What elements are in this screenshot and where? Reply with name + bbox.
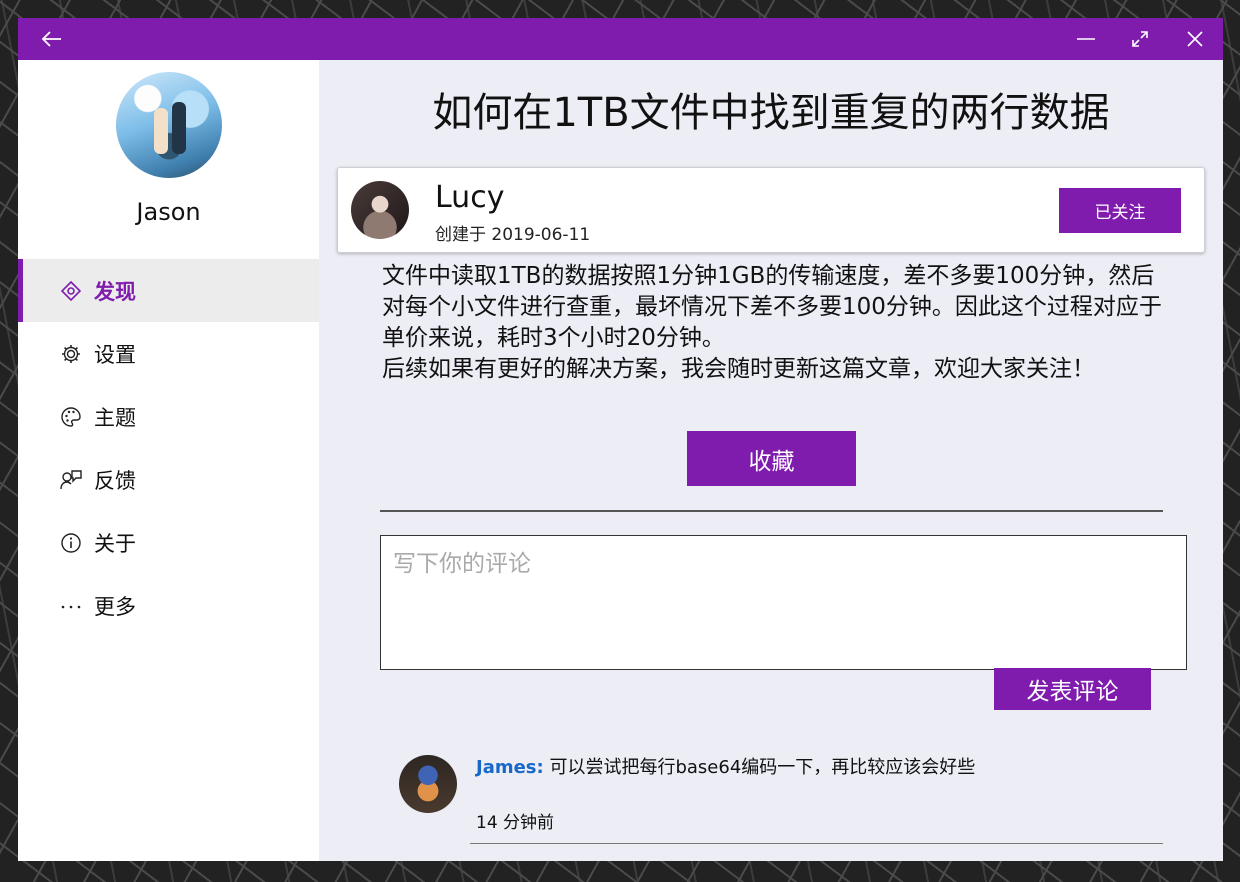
author-avatar[interactable] <box>351 181 409 239</box>
palette-icon <box>60 406 82 428</box>
sidebar-item-settings[interactable]: 设置 <box>18 322 319 385</box>
user-name: Jason <box>136 198 201 226</box>
more-icon <box>60 595 82 617</box>
sidebar-item-feedback[interactable]: 反馈 <box>18 448 319 511</box>
sidebar: Jason 发现 设置 主题 反馈 关于 更多 <box>18 60 319 861</box>
user-avatar[interactable] <box>116 72 222 178</box>
comment-input[interactable] <box>380 535 1187 670</box>
article-paragraph: 文件中读取1TB的数据按照1分钟1GB的传输速度，差不多要100分钟，然后对每个… <box>382 263 1162 351</box>
back-arrow-icon[interactable] <box>32 18 72 60</box>
info-icon <box>60 532 82 554</box>
minimize-icon[interactable] <box>1066 18 1106 60</box>
article-body: 文件中读取1TB的数据按照1分钟1GB的传输速度，差不多要100分钟，然后对每个… <box>382 261 1172 385</box>
created-date: 创建于 2019-06-11 <box>435 225 591 245</box>
page-title: 如何在1TB文件中找到重复的两行数据 <box>432 90 1110 136</box>
sidebar-item-label: 更多 <box>94 594 136 619</box>
sidebar-item-label: 发现 <box>94 279 136 304</box>
comment-time: 14 分钟前 <box>476 813 555 833</box>
commenter-avatar[interactable] <box>399 755 457 813</box>
sidebar-item-label: 主题 <box>94 405 136 430</box>
comment-divider <box>470 843 1163 844</box>
favorite-button[interactable]: 收藏 <box>687 431 856 486</box>
comment-text: 可以尝试把每行base64编码一下，再比较应该会好些 <box>549 757 976 778</box>
sidebar-item-theme[interactable]: 主题 <box>18 385 319 448</box>
title-bar <box>18 18 1223 60</box>
sidebar-item-more[interactable]: 更多 <box>18 574 319 637</box>
sidebar-item-discover[interactable]: 发现 <box>18 259 319 322</box>
sidebar-item-about[interactable]: 关于 <box>18 511 319 574</box>
divider <box>380 510 1163 512</box>
maximize-icon[interactable] <box>1120 18 1160 60</box>
close-icon[interactable] <box>1175 18 1215 60</box>
app-window: Jason 发现 设置 主题 反馈 关于 更多 如何在1TB文件中找到重复的两行… <box>18 18 1223 861</box>
sidebar-item-label: 关于 <box>94 531 136 556</box>
author-name: Lucy <box>435 180 505 215</box>
article-paragraph: 后续如果有更好的解决方案，我会随时更新这篇文章，欢迎大家关注！ <box>382 356 1095 382</box>
main-content: 如何在1TB文件中找到重复的两行数据 Lucy 创建于 2019-06-11 已… <box>319 60 1223 861</box>
follow-button[interactable]: 已关注 <box>1059 188 1181 233</box>
comment-item: James: 可以尝试把每行base64编码一下，再比较应该会好些 14 分钟前 <box>399 748 1165 844</box>
comment-line: James: 可以尝试把每行base64编码一下，再比较应该会好些 <box>476 753 975 779</box>
sidebar-item-label: 设置 <box>94 342 136 367</box>
sidebar-item-label: 反馈 <box>94 468 136 493</box>
post-comment-button[interactable]: 发表评论 <box>994 668 1151 710</box>
discover-icon <box>60 280 82 302</box>
gear-icon <box>60 343 82 365</box>
comment-author[interactable]: James: <box>476 757 544 778</box>
feedback-icon <box>60 469 82 491</box>
author-card: Lucy 创建于 2019-06-11 已关注 <box>337 167 1205 253</box>
